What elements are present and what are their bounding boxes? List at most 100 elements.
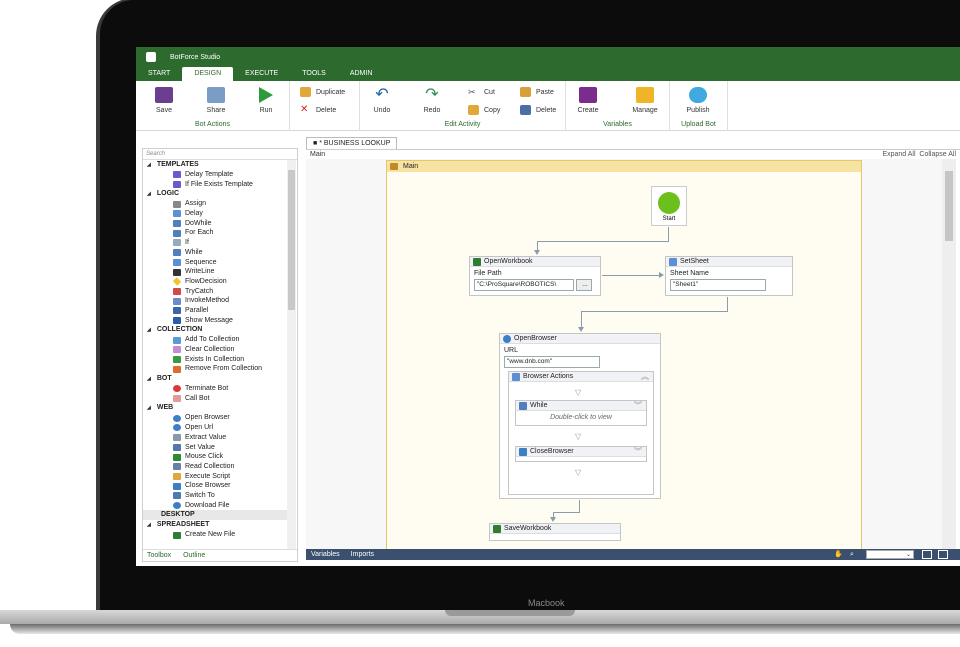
toolbox-item[interactable]: WriteLine: [143, 267, 289, 277]
toolbox-item[interactable]: Mouse Click: [143, 452, 289, 462]
globe-icon: [173, 424, 181, 432]
redo-button[interactable]: ↷ Redo: [420, 86, 444, 115]
expand-all-link[interactable]: Expand All: [882, 151, 915, 158]
collapse-all-link[interactable]: Collapse All: [919, 151, 956, 158]
ribbon: Save Share Run Bot Actions Duplicate ✕ De…: [136, 81, 960, 131]
toolbox-item[interactable]: Read Collection: [143, 462, 289, 472]
redo-icon: ↷: [425, 86, 439, 103]
manage-variables-button[interactable]: Manage: [628, 87, 662, 114]
read-collection-icon: [173, 463, 181, 471]
toolbox-item[interactable]: Show Message: [143, 316, 289, 326]
scroll-thumb[interactable]: [288, 170, 295, 310]
sheet-name-input[interactable]: "Sheet1": [670, 279, 766, 291]
url-input[interactable]: "www.dnb.com": [504, 356, 600, 368]
toolbox-item[interactable]: Sequence: [143, 258, 289, 268]
scroll-thumb[interactable]: [945, 171, 953, 241]
toolbox-item[interactable]: If: [143, 238, 289, 248]
collapse-chevron-icon[interactable]: ︽: [641, 372, 649, 382]
toolbox-search[interactable]: Search: [143, 149, 297, 160]
open-browser-activity[interactable]: OpenBrowser URL "www.dnb.com" Browser Ac…: [499, 333, 661, 499]
expand-chevron-icon[interactable]: ︾: [634, 447, 642, 457]
toolbox-category[interactable]: ◢ LOGIC: [143, 189, 289, 199]
set-sheet-activity[interactable]: SetSheet Sheet Name "Sheet1": [665, 256, 793, 296]
browser-actions-block[interactable]: Browser Actions ︽ ▽ While ︾ Double-click t…: [508, 371, 654, 495]
canvas-scrollbar[interactable]: [942, 159, 956, 549]
menu-admin[interactable]: ADMIN: [338, 67, 385, 81]
overview-icon[interactable]: [938, 550, 948, 559]
toolbox-category[interactable]: DESKTOP: [143, 510, 289, 521]
toolbox-category[interactable]: ◢ COLLECTION: [143, 325, 289, 335]
undo-button[interactable]: ↶ Undo: [370, 87, 394, 115]
toolbox-item[interactable]: Download File: [143, 501, 289, 511]
delay-icon: [173, 210, 181, 218]
toolbox-item[interactable]: Delay: [143, 209, 289, 219]
menu-start[interactable]: START: [136, 67, 182, 81]
zoom-dropdown[interactable]: ⌄: [866, 550, 914, 559]
paste-button[interactable]: Paste: [520, 87, 554, 97]
while-activity[interactable]: While ︾ Double-click to view: [515, 400, 647, 426]
toolbox-category[interactable]: ◢ SPREADSHEET: [143, 520, 289, 530]
toolbox-category[interactable]: ◢ BOT: [143, 374, 289, 384]
toolbox-item[interactable]: InvokeMethod: [143, 296, 289, 306]
close-browser-activity[interactable]: CloseBrowser ︾: [515, 446, 647, 462]
file-path-input[interactable]: "C:\ProSquare\ROBOTICS\: [474, 279, 574, 291]
fit-screen-icon[interactable]: [922, 550, 932, 559]
toolbox-item[interactable]: Close Browser: [143, 481, 289, 491]
toolbox-item[interactable]: Open Browser: [143, 413, 289, 423]
toolbox-item[interactable]: Call Bot: [143, 394, 289, 404]
save-workbook-activity[interactable]: SaveWorkbook: [489, 523, 621, 541]
publish-button[interactable]: Publish: [682, 87, 714, 114]
expand-chevron-icon[interactable]: ︾: [634, 401, 642, 411]
start-node[interactable]: Start: [651, 186, 687, 226]
toolbox-item[interactable]: Clear Collection: [143, 345, 289, 355]
toolbox-category[interactable]: ◢ WEB: [143, 403, 289, 413]
toolbox-item[interactable]: Open Url: [143, 423, 289, 433]
toolbox-item[interactable]: Delay Template: [143, 170, 289, 180]
save-button[interactable]: Save: [152, 87, 176, 114]
open-workbook-activity[interactable]: OpenWorkbook File Path "C:\ProSquare\ROB…: [469, 256, 601, 296]
copy-button[interactable]: Copy: [468, 105, 500, 115]
variables-tab[interactable]: Variables: [311, 551, 340, 558]
toolbox-item[interactable]: If File Exists Template: [143, 180, 289, 190]
delete-activity-button[interactable]: Delete: [520, 105, 556, 115]
menu-design[interactable]: DESIGN: [182, 67, 234, 81]
variable-create-icon: [579, 87, 597, 103]
toolbox-item[interactable]: Create New File: [143, 530, 289, 540]
breadcrumb[interactable]: Main: [310, 151, 325, 158]
set-value-icon: [173, 443, 181, 451]
toolbox-scrollbar[interactable]: [287, 160, 296, 550]
toolbox-item[interactable]: Terminate Bot: [143, 384, 289, 394]
menu-execute[interactable]: EXECUTE: [233, 67, 290, 81]
toolbox-item[interactable]: Switch To: [143, 491, 289, 501]
toolbox-item[interactable]: Parallel: [143, 306, 289, 316]
toolbox-item[interactable]: Extract Value: [143, 433, 289, 443]
toolbox-category[interactable]: ◢ TEMPLATES: [143, 160, 289, 170]
excel-icon: [473, 258, 481, 266]
menu-tools[interactable]: TOOLS: [290, 67, 338, 81]
toolbox-item[interactable]: Execute Script: [143, 472, 289, 482]
document-tab[interactable]: ■ * BUSINESS LOOKUP: [306, 137, 398, 149]
browse-button[interactable]: ...: [576, 279, 592, 291]
toolbox-item[interactable]: While: [143, 248, 289, 258]
run-button[interactable]: Run: [256, 87, 276, 114]
toolbox-item[interactable]: TryCatch: [143, 287, 289, 297]
tab-outline[interactable]: Outline: [183, 552, 205, 559]
zoom-search-icon[interactable]: ⌕: [850, 549, 854, 560]
toolbox-item[interactable]: Exists In Collection: [143, 355, 289, 365]
share-button[interactable]: Share: [202, 87, 230, 114]
hand-icon[interactable]: ✋: [834, 549, 843, 560]
tab-toolbox[interactable]: Toolbox: [147, 552, 171, 559]
create-variable-button[interactable]: Create: [574, 87, 602, 114]
toolbox-item[interactable]: Set Value: [143, 443, 289, 453]
toolbox-item[interactable]: For Each: [143, 228, 289, 238]
imports-tab[interactable]: Imports: [351, 551, 374, 558]
main-sequence[interactable]: Main Start OpenWorkbook File Path "C:\Pr…: [386, 160, 862, 549]
duplicate-button[interactable]: Duplicate: [300, 87, 345, 97]
toolbox-item[interactable]: Remove From Collection: [143, 364, 289, 374]
toolbox-item[interactable]: FlowDecision: [143, 277, 289, 287]
toolbox-item[interactable]: Assign: [143, 199, 289, 209]
toolbox-item[interactable]: DoWhile: [143, 219, 289, 229]
cut-button[interactable]: ✂ Cut: [468, 87, 495, 97]
delete-bot-button[interactable]: ✕ Delete: [300, 105, 336, 115]
toolbox-item[interactable]: Add To Collection: [143, 335, 289, 345]
